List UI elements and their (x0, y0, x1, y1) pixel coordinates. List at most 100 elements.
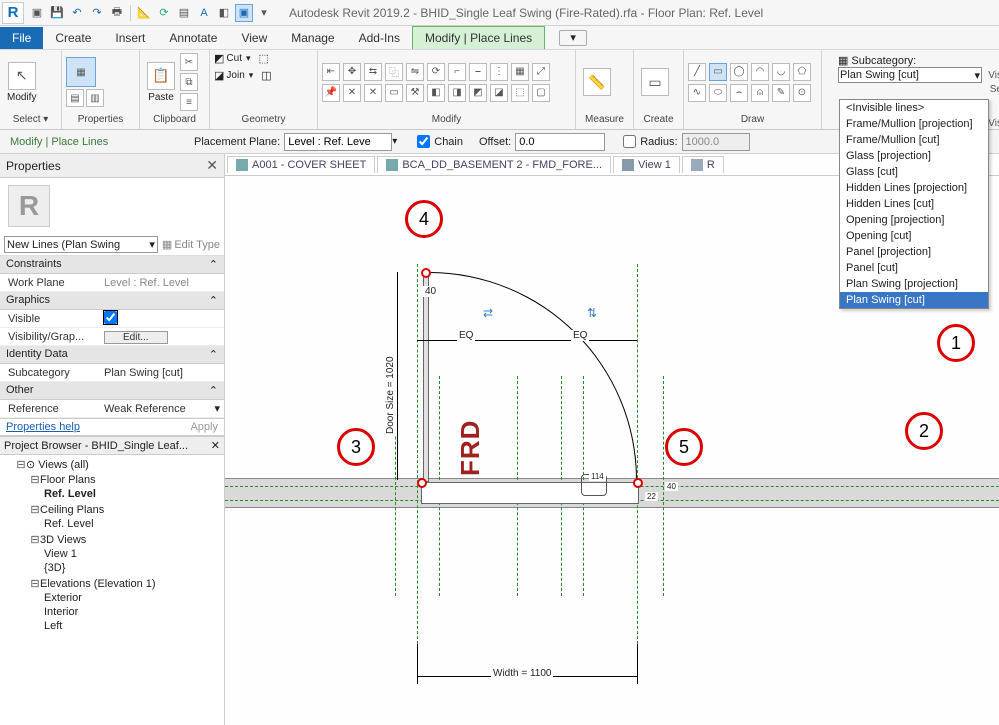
view-tab[interactable]: View 1 (613, 156, 680, 173)
menu-manage[interactable]: Manage (279, 27, 346, 49)
tree-left[interactable]: Left (44, 620, 62, 632)
project-browser-tree[interactable]: ⊟⊙ Views (all) ⊟Floor Plans Ref. Level ⊟… (0, 455, 224, 725)
extend-icon[interactable]: ⎯ (469, 63, 487, 81)
group-icon[interactable]: ▭ (385, 84, 403, 102)
menu-insert[interactable]: Insert (103, 27, 157, 49)
placement-plane-input[interactable] (284, 133, 392, 151)
tree-3d-views[interactable]: 3D Views (40, 534, 86, 546)
mod-icon[interactable]: ◧ (427, 84, 445, 102)
view-tab[interactable]: BCA_DD_BASEMENT 2 - FMD_FORE... (377, 156, 611, 173)
subcat-opt[interactable]: Panel [projection] (840, 244, 988, 260)
subcat-opt[interactable]: Frame/Mullion [cut] (840, 132, 988, 148)
copy-icon[interactable]: ⿻ (385, 63, 403, 81)
panel-select[interactable]: Select ▾ (4, 112, 57, 127)
scale-icon[interactable]: ⤢ (532, 63, 550, 81)
mod-icon[interactable]: ◨ (448, 84, 466, 102)
menu-addins[interactable]: Add-Ins (347, 27, 412, 49)
ellipse-icon[interactable]: ⬭ (709, 84, 727, 102)
paste-button[interactable]: Paste (148, 92, 174, 103)
mirror-icon[interactable]: ⇋ (406, 63, 424, 81)
mod-icon[interactable]: ◪ (490, 84, 508, 102)
dim-door-size[interactable]: Door Size = 1020 (385, 354, 396, 436)
ref-plane[interactable] (417, 264, 418, 644)
subcat-opt[interactable]: Frame/Mullion [projection] (840, 116, 988, 132)
save-icon[interactable]: 💾 (48, 4, 66, 22)
circle-icon[interactable]: ◯ (730, 63, 748, 81)
cope-icon[interactable]: ⬚ (259, 52, 269, 65)
offset-icon[interactable]: ⇆ (364, 63, 382, 81)
rotate-icon[interactable]: ⟳ (427, 63, 445, 81)
draw-icon[interactable]: ⊙ (793, 84, 811, 102)
qat-icon[interactable]: ◧ (215, 4, 233, 22)
prop-reference-value[interactable]: Weak Reference (100, 403, 210, 415)
subcat-opt[interactable]: Glass [cut] (840, 164, 988, 180)
pin-icon[interactable]: 📌 (322, 84, 340, 102)
modify-button[interactable]: Modify (7, 92, 36, 103)
cut-button[interactable]: Cut (226, 53, 242, 64)
properties-icon[interactable]: ▦ (66, 57, 96, 87)
type-properties-icon[interactable]: ▤ (66, 89, 84, 107)
qat-icon[interactable]: ▣ (235, 4, 253, 22)
prop-subcategory-value[interactable]: Plan Swing [cut] (100, 367, 224, 379)
move-icon[interactable]: ✥ (343, 63, 361, 81)
tree-elevations[interactable]: Elevations (Elevation 1) (40, 578, 156, 590)
arc-icon[interactable]: ◠ (751, 63, 769, 81)
match-icon[interactable]: ≡ (180, 93, 198, 111)
tree-ref-level-ceiling[interactable]: Ref. Level (44, 518, 94, 530)
subcat-opt[interactable]: Hidden Lines [projection] (840, 180, 988, 196)
split-icon[interactable]: ◫ (261, 69, 271, 82)
subcat-opt[interactable]: Glass [projection] (840, 148, 988, 164)
text-icon[interactable]: A (195, 4, 213, 22)
join-geom-icon[interactable]: ◪ (214, 69, 224, 82)
tree-views[interactable]: Views (all) (38, 459, 89, 471)
split-el-icon[interactable]: ⋮ (490, 63, 508, 81)
print-icon[interactable]: 🖶 (108, 4, 126, 22)
subcategory-combo[interactable]: Plan Swing [cut]▾ (838, 67, 982, 83)
demolish-icon[interactable]: ⚒ (406, 84, 424, 102)
create-icon[interactable]: ▭ (641, 68, 669, 96)
apply-button[interactable]: Apply (190, 421, 218, 433)
measure-icon[interactable]: 📐 (135, 4, 153, 22)
paste-icon[interactable]: 📋 (147, 62, 175, 90)
tree-floor-plans[interactable]: Floor Plans (40, 474, 96, 486)
delete-icon[interactable]: ✕ (364, 84, 382, 102)
menu-extra-icon[interactable]: ▾ (559, 30, 587, 46)
ref-plane[interactable] (637, 264, 638, 644)
prop-visible-checkbox[interactable] (104, 311, 117, 324)
subcat-opt[interactable]: Opening [cut] (840, 228, 988, 244)
view-tab[interactable]: R (682, 156, 724, 173)
tree-view1[interactable]: View 1 (44, 548, 77, 560)
arc3-icon[interactable]: ◡ (772, 63, 790, 81)
measure-icon[interactable]: 📏 (583, 68, 611, 96)
menu-modify-context[interactable]: Modify | Place Lines (412, 26, 545, 49)
menu-view[interactable]: View (229, 27, 279, 49)
file-menu[interactable]: File (0, 27, 43, 49)
tree-interior[interactable]: Interior (44, 606, 78, 618)
dim-40-top[interactable]: 40 (423, 286, 438, 297)
tree-3d[interactable]: {3D} (44, 562, 65, 574)
qat-dropdown-icon[interactable]: ▾ (255, 4, 273, 22)
flip-arrows-icon[interactable]: ⇅ (587, 306, 597, 320)
mod-icon[interactable]: ⬚ (511, 84, 529, 102)
offset-input[interactable] (515, 133, 605, 151)
dim-eq-2[interactable]: EQ (571, 330, 589, 341)
unpin-icon[interactable]: ✕ (343, 84, 361, 102)
subcat-opt[interactable]: Hidden Lines [cut] (840, 196, 988, 212)
align-icon[interactable]: ⇤ (322, 63, 340, 81)
pick-lines-icon[interactable]: ⍝ (751, 84, 769, 102)
array-icon[interactable]: ▦ (511, 63, 529, 81)
close-icon[interactable]: ✕ (211, 439, 220, 452)
section-other[interactable]: Other (6, 384, 34, 397)
subcat-opt[interactable]: <Invisible lines> (840, 100, 988, 116)
qat-icon[interactable]: ▤ (175, 4, 193, 22)
join-button[interactable]: Join (226, 70, 244, 81)
subcat-opt[interactable]: Plan Swing [projection] (840, 276, 988, 292)
tree-exterior[interactable]: Exterior (44, 592, 82, 604)
tree-ref-level[interactable]: Ref. Level (44, 488, 96, 500)
dim-40-right[interactable]: 40 (665, 482, 678, 491)
mod-icon[interactable]: ▢ (532, 84, 550, 102)
section-graphics[interactable]: Graphics (6, 294, 50, 307)
subcat-opt-selected[interactable]: Plan Swing [cut] (840, 292, 988, 308)
edit-type-button[interactable]: ▦ Edit Type (162, 236, 220, 253)
subcategory-dropdown-list[interactable]: <Invisible lines> Frame/Mullion [project… (839, 99, 989, 309)
